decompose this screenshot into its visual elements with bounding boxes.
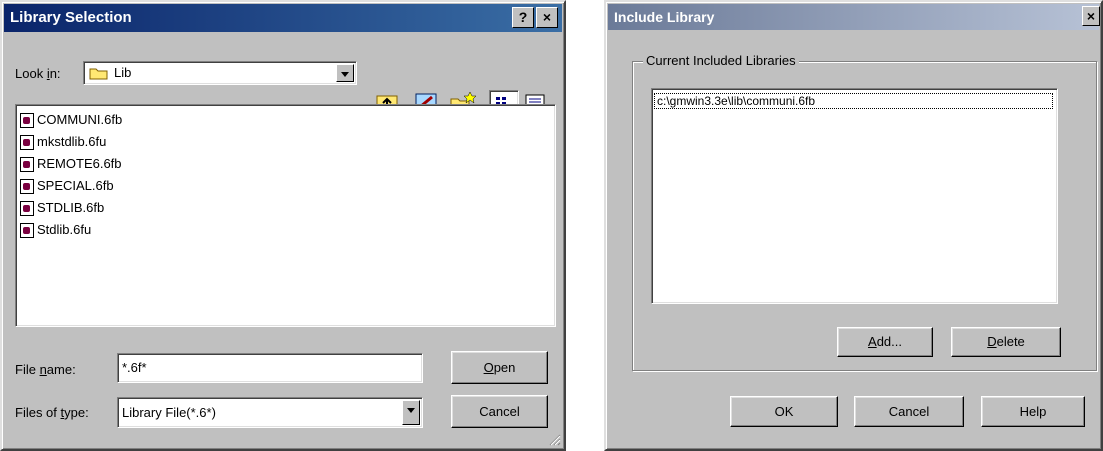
files-of-type-value: Library File(*.6*) [122,405,216,420]
list-item[interactable]: REMOTE6.6fb [20,153,122,175]
title-bar[interactable]: Include Library × [608,4,1100,30]
file-name: COMMUNI.6fb [37,112,123,127]
cancel-button[interactable]: Cancel [854,396,964,427]
file-name: STDLIB.6fb [37,200,105,215]
included-libraries-group: Current Included Libraries c:\gmwin3.3e\… [632,53,1097,371]
list-item[interactable]: COMMUNI.6fb [20,109,122,131]
list-item[interactable]: SPECIAL.6fb [20,175,114,197]
chevron-down-icon[interactable] [336,64,354,82]
list-item[interactable]: STDLIB.6fb [20,197,104,219]
list-item[interactable]: mkstdlib.6fu [20,131,106,153]
file-name: SPECIAL.6fb [37,178,114,193]
library-selection-dialog: Library Selection ? × Look in: Lib COMMU… [0,0,566,451]
look-in-label: Look in: [15,66,61,81]
file-name-value: *.6f* [122,360,147,375]
delete-button[interactable]: Delete [951,327,1061,357]
group-caption: Current Included Libraries [643,53,799,68]
close-button[interactable]: × [1082,6,1100,26]
dialog-title: Include Library [614,9,715,25]
close-button[interactable]: × [536,7,558,28]
file-name: Stdlib.6fu [37,222,92,237]
library-path: c:\gmwin3.3e\lib\communi.6fb [657,94,816,108]
library-file-icon [20,135,34,151]
file-name: REMOTE6.6fb [37,156,122,171]
file-name-label: File name: [15,362,76,377]
look-in-combo[interactable]: Lib [83,61,357,85]
library-file-icon [20,223,34,239]
library-file-icon [20,179,34,195]
resize-grip-icon[interactable] [547,432,561,446]
title-bar[interactable]: Library Selection ? × [4,4,562,32]
files-of-type-select[interactable]: Library File(*.6*) [117,397,423,428]
open-button[interactable]: Open [451,351,548,384]
list-item[interactable]: c:\gmwin3.3e\lib\communi.6fb [654,93,1053,109]
include-library-dialog: Include Library × Current Included Libra… [604,0,1103,451]
help-button[interactable]: ? [512,7,534,28]
folder-icon [89,66,109,80]
library-file-icon [20,113,34,129]
chevron-down-icon[interactable] [402,400,420,425]
library-file-icon [20,201,34,217]
library-file-icon [20,157,34,173]
file-list[interactable]: COMMUNI.6fb mkstdlib.6fu REMOTE6.6fb SPECIA… [15,104,556,327]
file-name-input[interactable]: *.6f* [117,353,423,383]
add-button[interactable]: Add... [837,327,933,357]
cancel-button[interactable]: Cancel [451,395,548,428]
list-item[interactable]: Stdlib.6fu [20,219,91,241]
ok-button[interactable]: OK [730,396,838,427]
look-in-value: Lib [114,65,132,80]
help-button[interactable]: Help [981,396,1085,427]
file-name: mkstdlib.6fu [37,134,107,149]
library-list[interactable]: c:\gmwin3.3e\lib\communi.6fb [651,88,1058,304]
dialog-title: Library Selection [10,9,132,26]
files-of-type-label: Files of type: [15,405,89,420]
